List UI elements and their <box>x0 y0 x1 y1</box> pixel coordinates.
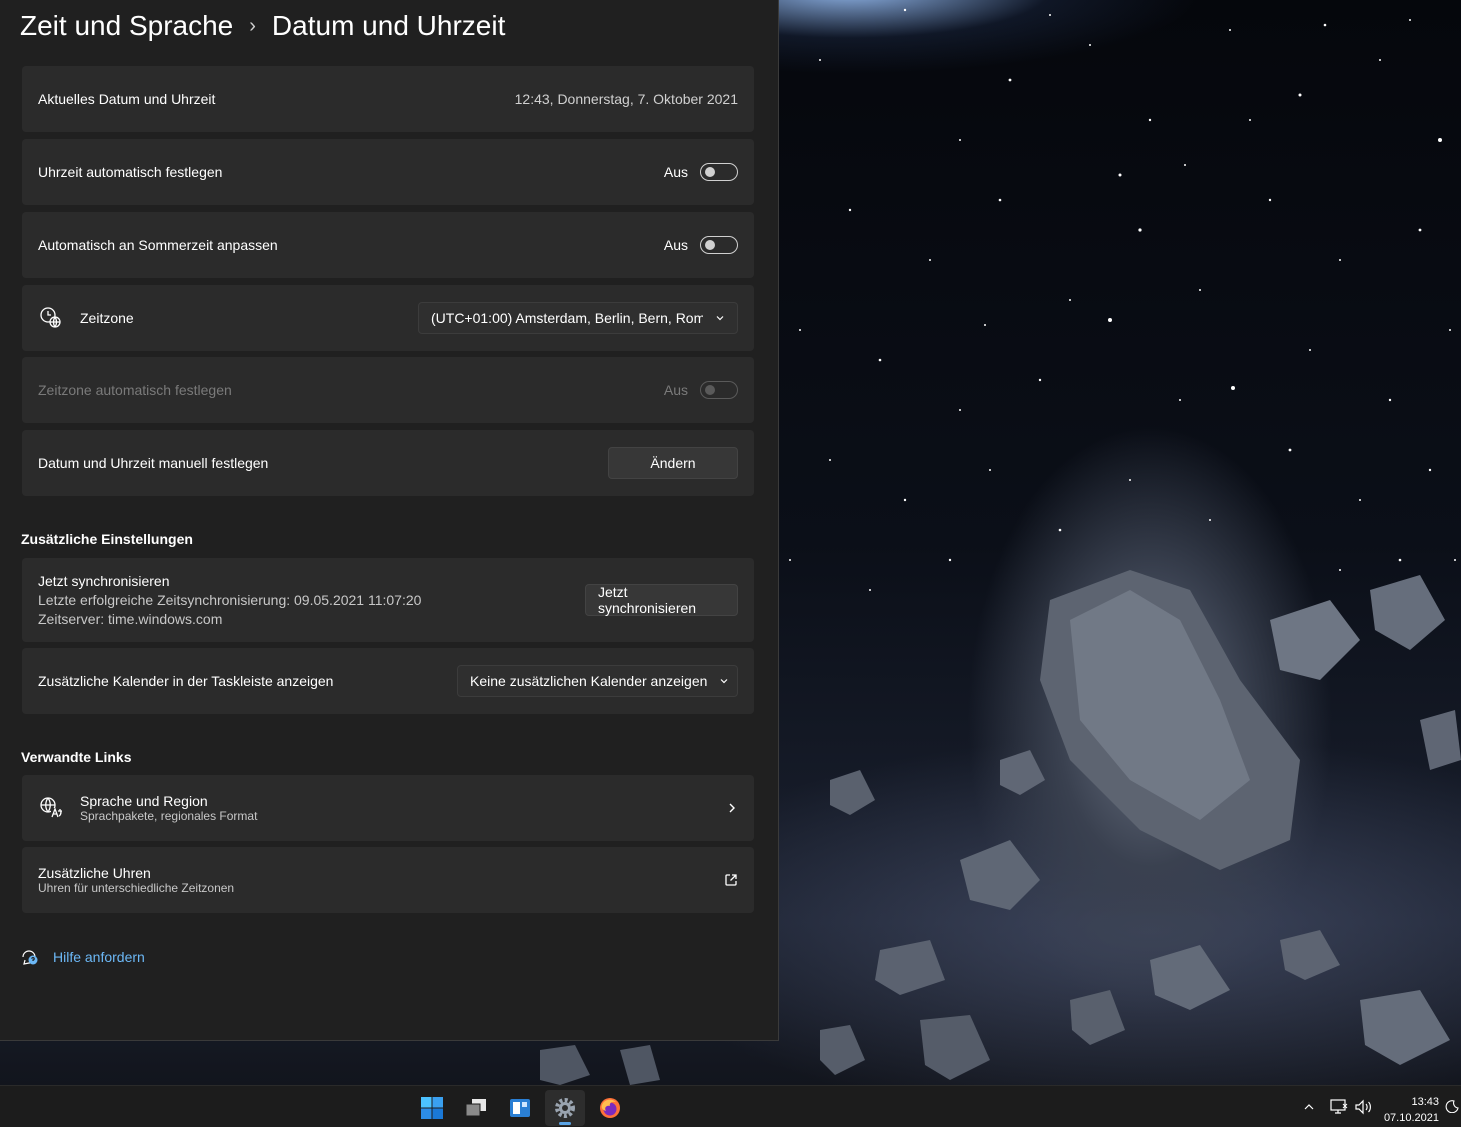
timezone-label: Zeitzone <box>80 310 134 326</box>
taskbar-date: 07.10.2021 <box>1383 1112 1439 1124</box>
change-button[interactable]: Ändern <box>608 447 738 479</box>
current-datetime-row: Aktuelles Datum und Uhrzeit 12:43, Donne… <box>22 66 754 132</box>
additional-settings-heading: Zusätzliche Einstellungen <box>21 531 193 547</box>
calendars-dropdown[interactable]: Keine zusätzlichen Kalender anzeigen <box>457 665 738 697</box>
network-icon[interactable] <box>1326 1098 1352 1115</box>
dst-row: Automatisch an Sommerzeit anpassen Aus <box>22 212 754 278</box>
auto-time-state: Aus <box>663 164 688 180</box>
manual-datetime-row: Datum und Uhrzeit manuell festlegen Ände… <box>22 430 754 496</box>
get-help-link[interactable]: Hilfe anfordern <box>21 948 145 966</box>
auto-timezone-toggle <box>700 381 738 399</box>
auto-time-toggle[interactable] <box>700 163 738 181</box>
auto-timezone-row: Zeitzone automatisch festlegen Aus <box>22 357 754 423</box>
chevron-down-icon <box>715 313 725 323</box>
chevron-down-icon <box>719 676 729 686</box>
start-icon <box>421 1097 443 1119</box>
help-icon <box>21 948 39 966</box>
chevron-right-icon <box>726 802 738 814</box>
calendars-row: Zusätzliche Kalender in der Taskleiste a… <box>22 648 754 714</box>
breadcrumb-parent[interactable]: Zeit und Sprache <box>20 10 233 42</box>
task-view-button[interactable] <box>456 1090 496 1126</box>
timezone-row: Zeitzone (UTC+01:00) Amsterdam, Berlin, … <box>22 285 754 351</box>
dst-label: Automatisch an Sommerzeit anpassen <box>38 237 278 253</box>
external-link-icon <box>724 873 738 887</box>
start-button[interactable] <box>412 1090 452 1126</box>
timezone-dropdown[interactable]: (UTC+01:00) Amsterdam, Berlin, Bern, Rom… <box>418 302 738 334</box>
settings-icon <box>555 1098 575 1118</box>
toggle-knob <box>705 240 715 250</box>
taskbar-clock[interactable]: 13:43 07.10.2021 <box>1384 1094 1439 1126</box>
auto-timezone-state: Aus <box>663 382 688 398</box>
dst-state: Aus <box>663 237 688 253</box>
auto-timezone-label: Zeitzone automatisch festlegen <box>38 382 232 398</box>
firefox-icon <box>600 1098 620 1118</box>
widgets-button[interactable] <box>500 1090 540 1126</box>
volume-icon[interactable] <box>1352 1099 1374 1115</box>
clock-globe-icon <box>38 306 64 330</box>
toggle-knob <box>705 385 715 395</box>
auto-time-label: Uhrzeit automatisch festlegen <box>38 164 223 180</box>
language-region-link[interactable]: Sprache und Region Sprachpakete, regiona… <box>22 775 754 841</box>
sync-title: Jetzt synchronisieren <box>38 572 170 589</box>
firefox-button[interactable] <box>590 1090 630 1126</box>
page-title: Datum und Uhrzeit <box>271 10 506 41</box>
language-region-subtitle: Sprachpakete, regionales Format <box>80 809 258 823</box>
calendars-label: Zusätzliche Kalender in der Taskleiste a… <box>38 673 334 689</box>
sync-row: Jetzt synchronisieren Letzte erfolgreich… <box>22 558 754 642</box>
settings-taskbar-button[interactable] <box>545 1090 585 1126</box>
timezone-selected: (UTC+01:00) Amsterdam, Berlin, Bern, Rom… <box>431 310 703 326</box>
additional-clocks-subtitle: Uhren für unterschiedliche Zeitzonen <box>38 881 235 895</box>
language-icon <box>38 796 64 820</box>
sync-last: Letzte erfolgreiche Zeitsynchronisierung… <box>38 591 422 608</box>
related-links-heading: Verwandte Links <box>21 749 132 765</box>
get-help-label: Hilfe anfordern <box>53 949 145 965</box>
focus-assist-icon[interactable] <box>1445 1099 1459 1113</box>
current-datetime-value: 12:43, Donnerstag, 7. Oktober 2021 <box>514 91 738 107</box>
current-datetime-label: Aktuelles Datum und Uhrzeit <box>38 91 216 107</box>
dst-toggle[interactable] <box>700 236 738 254</box>
widgets-icon <box>510 1099 530 1117</box>
manual-datetime-label: Datum und Uhrzeit manuell festlegen <box>38 455 269 471</box>
breadcrumb: Zeit und Sprache › Datum und Uhrzeit <box>20 10 505 42</box>
settings-window: Zeit und Sprache › Datum und Uhrzeit Akt… <box>0 0 779 1041</box>
chevron-right-icon: › <box>249 14 256 37</box>
calendars-selected: Keine zusätzlichen Kalender anzeigen <box>470 673 708 689</box>
taskbar: 13:43 07.10.2021 <box>0 1085 1461 1127</box>
task-view-icon <box>465 1099 486 1117</box>
chevron-up-icon[interactable] <box>1300 1101 1318 1113</box>
sync-now-button[interactable]: Jetzt synchronisieren <box>585 584 738 616</box>
auto-time-row: Uhrzeit automatisch festlegen Aus <box>22 139 754 205</box>
system-tray <box>1300 1086 1374 1127</box>
toggle-knob <box>705 167 715 177</box>
taskbar-time: 13:43 <box>1411 1096 1439 1108</box>
sync-server: Zeitserver: time.windows.com <box>38 610 223 627</box>
additional-clocks-link[interactable]: Zusätzliche Uhren Uhren für unterschiedl… <box>22 847 754 913</box>
language-region-title: Sprache und Region <box>80 793 208 809</box>
additional-clocks-title: Zusätzliche Uhren <box>38 865 151 881</box>
